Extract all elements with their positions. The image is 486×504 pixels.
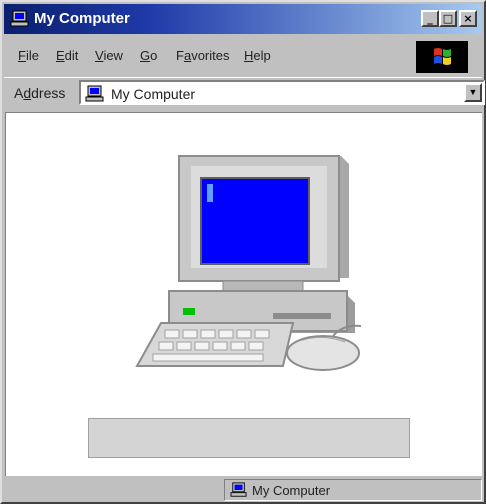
maximize-button[interactable]: □ (439, 10, 457, 27)
menu-favorites-prefix: F (176, 48, 184, 63)
computer-icon (10, 10, 29, 27)
menu-view[interactable]: View (95, 48, 123, 64)
address-label-suffix: dress (31, 85, 66, 101)
address-label-prefix: A (14, 85, 24, 101)
status-text: My Computer (252, 483, 331, 498)
windows-logo-icon (416, 41, 468, 73)
computer-icon (230, 482, 247, 497)
menu-bar: File Edit View Go Favorites Help (4, 38, 482, 74)
menu-favorites-label: vorites (191, 48, 230, 63)
computer-icon (85, 85, 104, 102)
menu-edit[interactable]: Edit (56, 48, 78, 64)
menu-favorites[interactable]: Favorites (176, 48, 229, 64)
menu-go[interactable]: Go (140, 48, 157, 64)
menu-file[interactable]: File (18, 48, 39, 64)
menu-file-label: ile (25, 48, 39, 63)
content-pane (5, 112, 482, 476)
menu-go-mnemonic: G (140, 48, 151, 63)
status-pane: My Computer (224, 479, 482, 501)
menu-go-label: o (150, 48, 158, 63)
address-input[interactable]: My Computer ▼ (79, 80, 485, 105)
my-computer-large-icon[interactable] (133, 148, 368, 378)
menu-view-label: iew (103, 48, 123, 63)
explorer-window: My Computer _ □ × File Edit View Go Favo… (0, 0, 486, 504)
address-label-mnemonic: d (23, 85, 32, 101)
address-dropdown-button[interactable]: ▼ (464, 83, 482, 102)
menu-file-mnemonic: F (18, 48, 26, 63)
menu-edit-label: dit (64, 48, 79, 63)
menu-help-mnemonic: H (244, 48, 254, 63)
title-bar[interactable]: My Computer _ □ × (4, 4, 482, 34)
name-label-box (88, 418, 410, 458)
windows-flag-icon (434, 48, 451, 65)
address-value: My Computer (111, 86, 196, 102)
status-bar: My Computer (4, 478, 482, 502)
menu-help-label: elp (253, 48, 271, 63)
menu-edit-mnemonic: E (56, 48, 65, 63)
window-title: My Computer (34, 10, 130, 27)
address-label: Address (14, 85, 65, 101)
close-button[interactable]: × (459, 10, 477, 27)
minimize-button[interactable]: _ (421, 10, 439, 27)
address-bar: Address My Computer ▼ (4, 77, 485, 108)
menu-help[interactable]: Help (244, 48, 271, 64)
